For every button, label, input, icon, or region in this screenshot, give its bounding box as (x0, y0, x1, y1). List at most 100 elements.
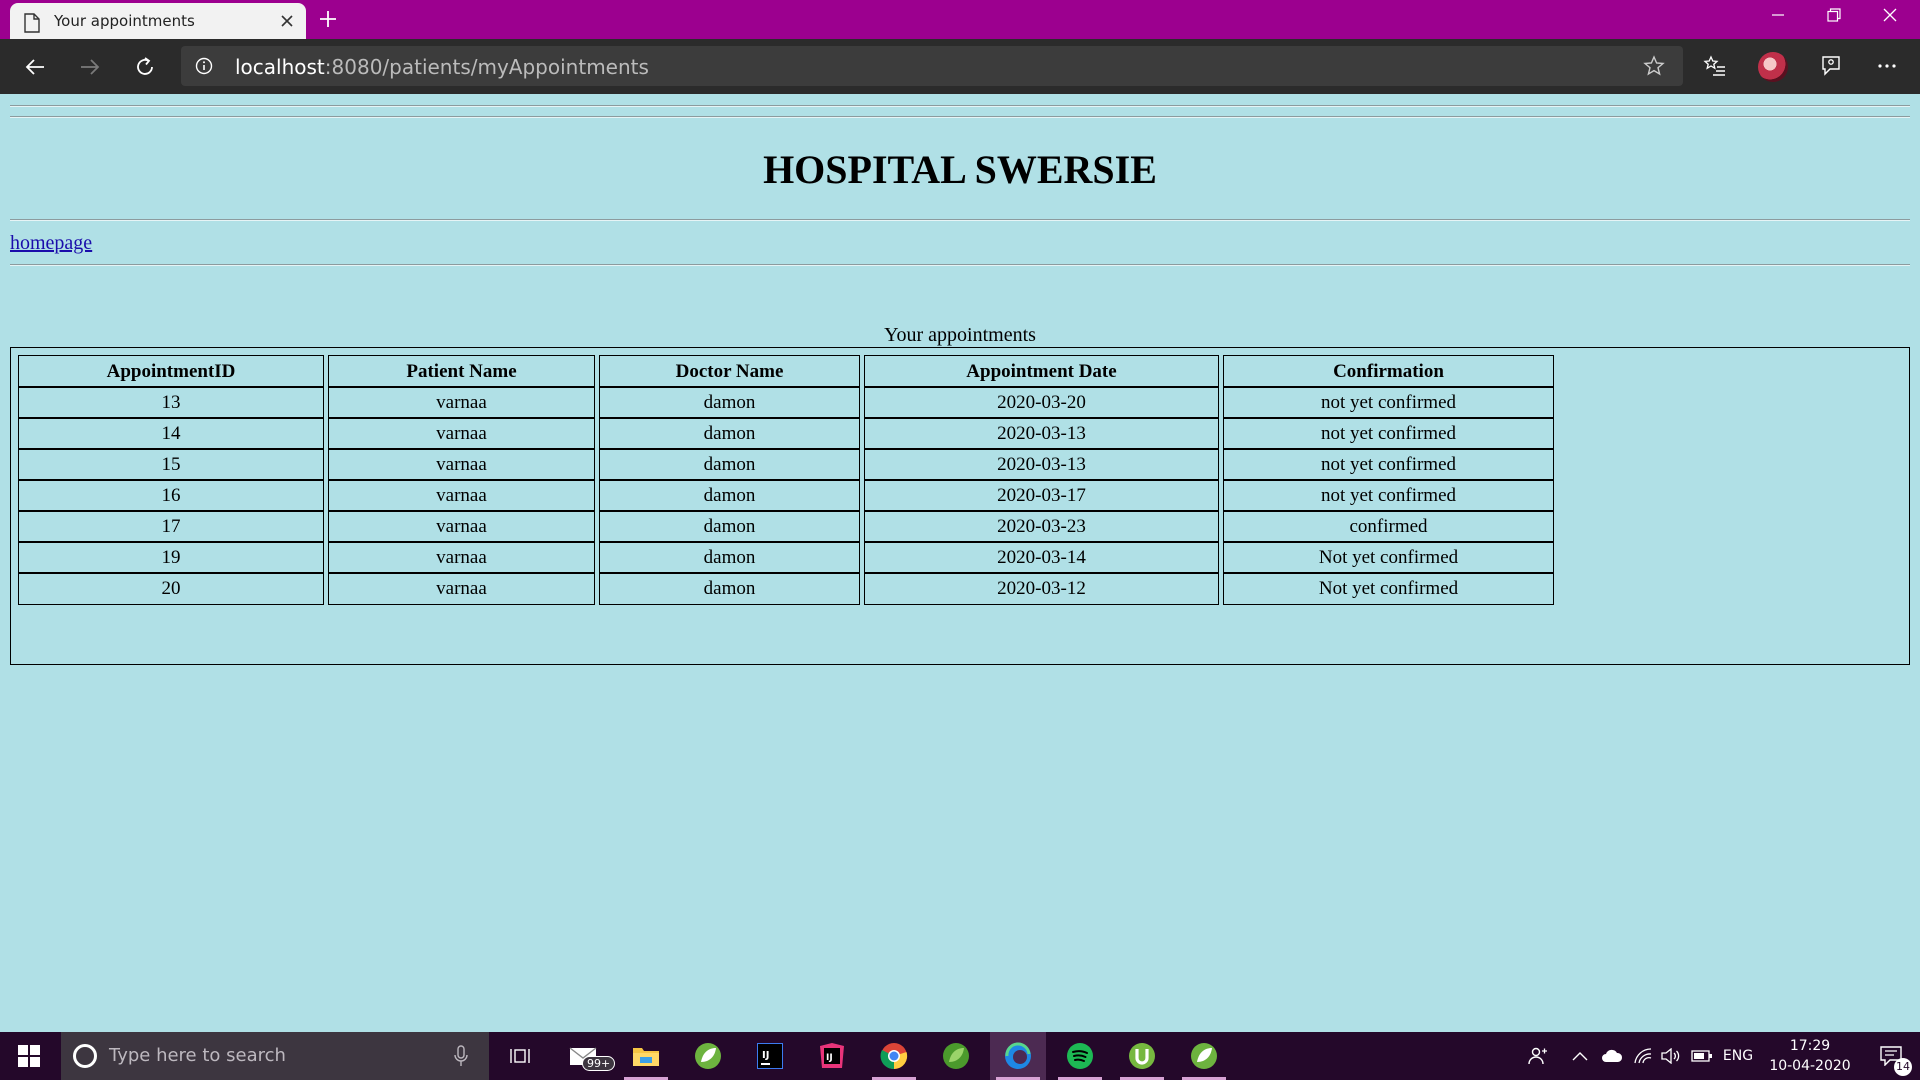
chrome-icon (880, 1043, 908, 1070)
table-cell-patient-name: varnaa (328, 541, 595, 574)
more-dots-icon (1878, 64, 1896, 68)
url-host: localhost (235, 55, 325, 79)
table-cell-doctor-name: damon (599, 572, 860, 605)
homepage-link[interactable]: homepage (10, 232, 92, 255)
taskbar-intellij[interactable]: IJ (742, 1032, 798, 1080)
divider (10, 264, 1910, 266)
close-window-button[interactable] (1862, 0, 1918, 30)
taskbar-spotify[interactable] (1052, 1032, 1108, 1080)
utorrent-icon (1129, 1043, 1155, 1069)
people-button[interactable] (1524, 1032, 1552, 1080)
close-tab-icon[interactable] (280, 14, 294, 28)
restore-icon (1827, 8, 1841, 22)
table-cell-doctor-name: damon (599, 417, 860, 450)
cortana-icon (73, 1044, 97, 1068)
table-cell-appointment-id: 13 (18, 386, 324, 419)
battery-icon (1691, 1050, 1712, 1062)
back-button[interactable] (21, 53, 49, 81)
table-cell-patient-name: varnaa (328, 417, 595, 450)
settings-more-button[interactable] (1872, 51, 1902, 81)
svg-text:IJ: IJ (826, 1053, 833, 1063)
taskbar-spring-tools[interactable] (680, 1032, 736, 1080)
table-cell-doctor-name: damon (599, 510, 860, 543)
taskbar-search-box[interactable]: Type here to search (61, 1032, 489, 1080)
new-tab-icon[interactable] (318, 9, 338, 29)
search-placeholder: Type here to search (109, 1045, 286, 1066)
table-cell-confirmation: not yet confirmed (1223, 448, 1554, 481)
table-cell-appointment-date: 2020-03-17 (864, 479, 1219, 512)
spring-leaf-icon (943, 1043, 969, 1069)
table-caption: Your appointments (884, 324, 1036, 346)
column-header-appointment-id: AppointmentID (18, 355, 324, 388)
forward-arrow-icon (81, 59, 100, 75)
column-header-confirmation: Confirmation (1223, 355, 1554, 388)
taskbar-chrome[interactable] (866, 1032, 922, 1080)
address-bar[interactable]: localhost:8080/patients/myAppointments (181, 46, 1683, 86)
task-view-icon (510, 1049, 530, 1063)
clock-date: 10-04-2020 (1769, 1058, 1851, 1074)
table-cell-appointment-date: 2020-03-12 (864, 572, 1219, 605)
favorite-star-icon[interactable] (1643, 55, 1665, 77)
microphone-icon[interactable] (453, 1045, 469, 1067)
network-button[interactable] (1630, 1032, 1656, 1080)
show-hidden-icons-button[interactable] (1568, 1032, 1592, 1080)
browser-tab[interactable]: Your appointments (10, 3, 306, 39)
table-cell-patient-name: varnaa (328, 572, 595, 605)
taskbar-spring-leaf[interactable] (928, 1032, 984, 1080)
taskbar-file-explorer[interactable] (618, 1032, 674, 1080)
svg-text:IJ: IJ (762, 1050, 769, 1061)
table-cell-confirmation: not yet confirmed (1223, 479, 1554, 512)
table-cell-confirmation: confirmed (1223, 510, 1554, 543)
forward-button[interactable] (76, 53, 104, 81)
appointments-table: AppointmentID Patient Name Doctor Name Appo… (10, 347, 1910, 665)
profile-avatar[interactable] (1758, 52, 1788, 82)
divider (10, 116, 1910, 118)
minimize-button[interactable] (1750, 0, 1806, 30)
taskbar-edge[interactable] (990, 1032, 1046, 1080)
intellij-toolbox-icon: IJ (820, 1043, 844, 1068)
table-cell-confirmation: Not yet confirmed (1223, 541, 1554, 574)
system-clock[interactable]: 17:29 10-04-2020 (1762, 1036, 1858, 1076)
volume-button[interactable] (1658, 1032, 1684, 1080)
table-cell-appointment-date: 2020-03-14 (864, 541, 1219, 574)
favorites-button[interactable] (1700, 51, 1730, 81)
info-icon[interactable] (195, 57, 213, 75)
browser-toolbar: localhost:8080/patients/myAppointments (0, 39, 1920, 94)
edge-icon (1005, 1042, 1031, 1069)
table-cell-appointment-date: 2020-03-13 (864, 448, 1219, 481)
table-cell-appointment-id: 15 (18, 448, 324, 481)
table-cell-patient-name: varnaa (328, 479, 595, 512)
battery-button[interactable] (1688, 1032, 1716, 1080)
table-cell-confirmation: not yet confirmed (1223, 386, 1554, 419)
table-cell-patient-name: varnaa (328, 386, 595, 419)
task-view-button[interactable] (492, 1032, 548, 1080)
table-cell-appointment-date: 2020-03-23 (864, 510, 1219, 543)
refresh-button[interactable] (131, 53, 159, 81)
table-cell-appointment-id: 14 (18, 417, 324, 450)
feedback-icon (1822, 56, 1840, 76)
taskbar-mail[interactable]: 99+ (556, 1032, 616, 1080)
taskbar-spring-boot[interactable] (1176, 1032, 1232, 1080)
tab-title: Your appointments (54, 12, 195, 30)
url-path: :8080/patients/myAppointments (324, 55, 649, 79)
refresh-icon (137, 57, 153, 75)
onedrive-button[interactable] (1598, 1032, 1626, 1080)
table-cell-appointment-id: 19 (18, 541, 324, 574)
table-cell-appointment-id: 20 (18, 572, 324, 605)
taskbar-intellij-toolbox[interactable]: IJ (804, 1032, 860, 1080)
intellij-icon: IJ (757, 1043, 783, 1069)
action-center-button[interactable]: 14 (1862, 1032, 1920, 1080)
taskbar-utorrent[interactable] (1114, 1032, 1170, 1080)
feedback-button[interactable] (1816, 51, 1846, 81)
table-cell-patient-name: varnaa (328, 510, 595, 543)
onedrive-cloud-icon (1602, 1049, 1623, 1062)
language-indicator[interactable]: ENG (1718, 1032, 1758, 1080)
table-cell-appointment-id: 17 (18, 510, 324, 543)
url-text[interactable]: localhost:8080/patients/myAppointments (235, 55, 649, 79)
close-icon (1883, 8, 1897, 22)
start-button[interactable] (0, 1032, 58, 1080)
spring-tools-icon (695, 1043, 721, 1069)
restore-button[interactable] (1806, 0, 1862, 30)
page-content: HOSPITAL SWERSIE homepage Your appointme… (0, 94, 1920, 1032)
back-arrow-icon (25, 59, 44, 75)
